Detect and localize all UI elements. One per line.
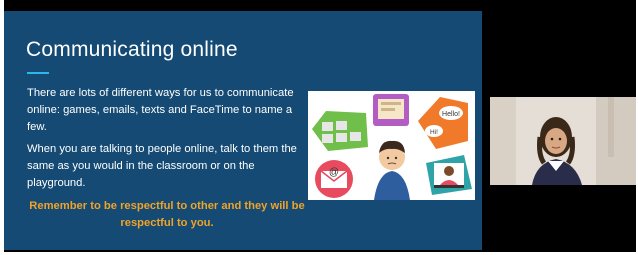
chat-bubbles-icon: Hello! Hi! <box>418 97 468 149</box>
games-grid-icon <box>312 111 368 151</box>
tablet-icon <box>373 94 409 126</box>
meeting-window: Communicating online There are lots of d… <box>4 0 636 252</box>
slide-paragraph-talk-respectfully: When you are talking to people online, t… <box>27 143 297 189</box>
slide-title: Communicating online <box>26 38 238 61</box>
hello-bubble-text: Hello! <box>442 111 460 118</box>
thinking-boy-icon <box>374 140 410 200</box>
participant-video-tile[interactable] <box>490 97 636 185</box>
email-at-text: @ <box>329 167 339 178</box>
hi-bubble-text: Hi! <box>430 129 438 136</box>
email-icon: @ <box>315 160 353 198</box>
slide-paragraph-ways-to-communicate: There are lots of different ways for us … <box>27 87 294 133</box>
shared-presentation-slide: Communicating online There are lots of d… <box>4 11 482 250</box>
participant-camera-feed <box>490 97 636 185</box>
slide-reminder: Remember to be respectful to other and t… <box>29 200 305 229</box>
title-underline <box>27 72 49 74</box>
video-call-icon <box>426 155 472 195</box>
communication-illustration: Hello! Hi! @ <box>308 91 475 200</box>
